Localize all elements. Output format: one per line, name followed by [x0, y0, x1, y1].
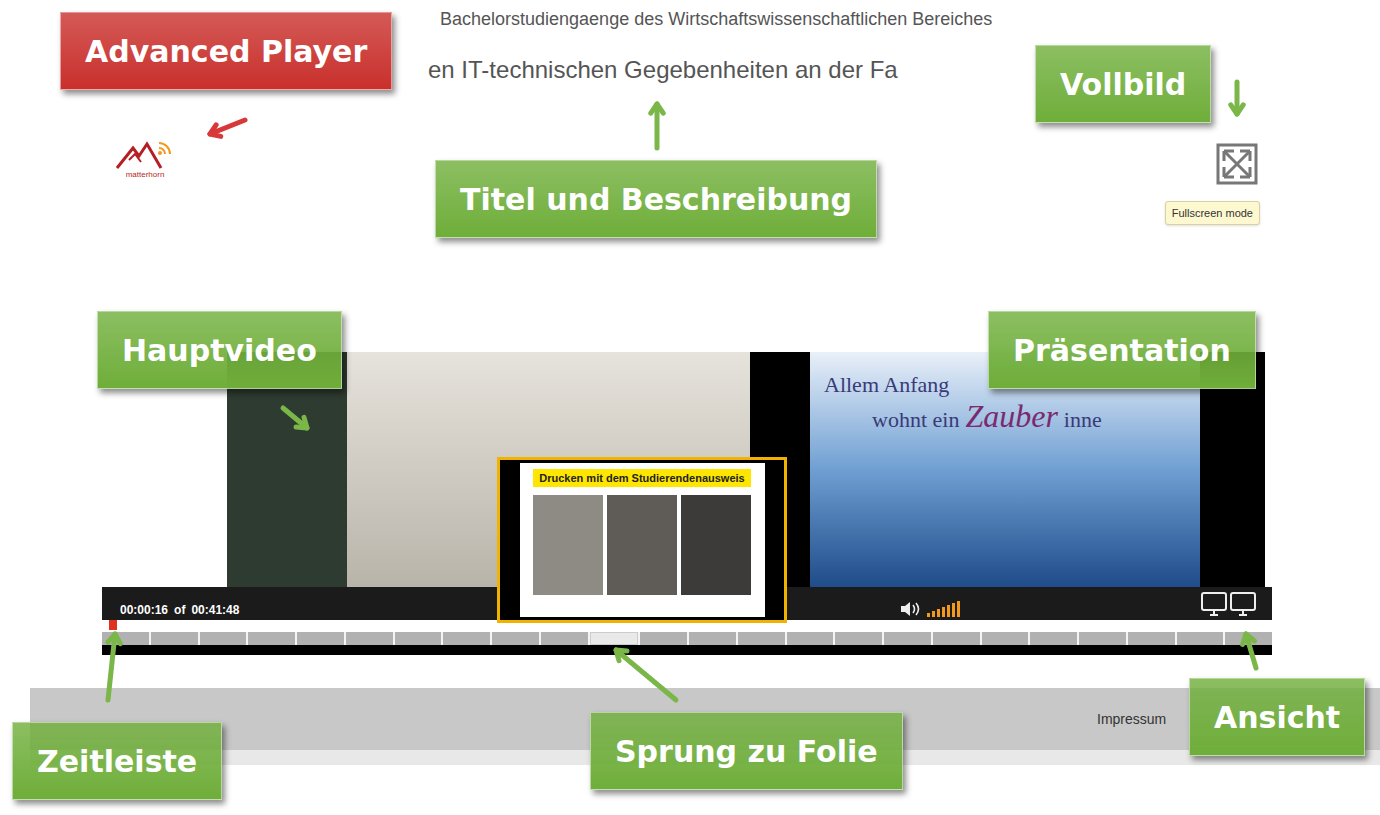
arrow-icon	[210, 120, 245, 136]
timeline-segment[interactable]	[982, 632, 1029, 645]
timeline-segment[interactable]	[248, 632, 295, 645]
timeline-segment[interactable]	[1177, 632, 1224, 645]
annotation-label: Sprung zu Folie	[590, 712, 903, 790]
timeline-segment[interactable]	[640, 632, 687, 645]
fullscreen-tooltip: Fullscreen mode	[1165, 201, 1260, 225]
timeline-segment[interactable]	[492, 632, 539, 645]
annotation-label: Zeitleiste	[12, 722, 222, 800]
matterhorn-logo-icon	[115, 140, 175, 170]
speaker-icon	[899, 601, 921, 617]
annotation-label: Präsentation	[988, 311, 1256, 389]
timeline-base	[102, 645, 1272, 655]
timeline-segment[interactable]	[689, 632, 736, 645]
arrow-icon	[108, 634, 120, 700]
timeline-segment[interactable]	[200, 632, 247, 645]
fullscreen-icon[interactable]	[1216, 143, 1258, 185]
annotation-label: Advanced Player	[60, 12, 392, 90]
time-display: 00:00:16of00:41:48	[120, 603, 239, 617]
annotation-label: Titel und Beschreibung	[435, 160, 877, 238]
timeline-segment[interactable]	[346, 632, 393, 645]
arrow-icon	[283, 408, 307, 428]
view-monitors-icon[interactable]	[1200, 591, 1258, 617]
timeline-segment[interactable]	[541, 632, 588, 645]
player: Allem Anfangwohnt einZauberinne00:00:16o…	[102, 352, 1272, 655]
timeline-segment[interactable]	[738, 632, 785, 645]
timeline-segment[interactable]	[1079, 632, 1126, 645]
slide-line: wohnt einZauberinne	[824, 398, 1200, 434]
timeline-segment[interactable]	[590, 632, 639, 645]
volume-meter[interactable]	[927, 601, 960, 617]
timeline-segment[interactable]	[835, 632, 882, 645]
impressum-link[interactable]: Impressum	[1097, 709, 1166, 730]
annotation-label: Ansicht	[1189, 678, 1365, 756]
arrow-icon	[1243, 634, 1256, 668]
timeline-segment[interactable]	[1225, 632, 1272, 645]
volume-control[interactable]	[899, 601, 960, 617]
preview-title: Drucken mit dem Studierendenausweis	[533, 469, 750, 487]
timeline-segment[interactable]	[884, 632, 931, 645]
arrow-icon	[1231, 82, 1243, 114]
timeline-segment[interactable]	[933, 632, 980, 645]
timeline[interactable]	[102, 632, 1272, 645]
playhead[interactable]	[109, 620, 117, 630]
arrow-icon	[616, 650, 676, 700]
slide-preview: Drucken mit dem Studierendenausweis	[497, 457, 787, 623]
timeline-segment[interactable]	[787, 632, 834, 645]
annotation-label: Hauptvideo	[97, 311, 342, 389]
timeline-segment[interactable]	[297, 632, 344, 645]
timeline-segment[interactable]	[443, 632, 490, 645]
timeline-segment[interactable]	[395, 632, 442, 645]
timeline-segment[interactable]	[151, 632, 198, 645]
timeline-segment[interactable]	[102, 632, 149, 645]
page: Bachelorstudiengaenge des Wirtschaftswis…	[0, 0, 1380, 815]
annotation-label: Vollbild	[1035, 45, 1211, 123]
arrow-icon	[651, 104, 663, 148]
timeline-segment[interactable]	[1128, 632, 1175, 645]
timeline-segment[interactable]	[1030, 632, 1077, 645]
